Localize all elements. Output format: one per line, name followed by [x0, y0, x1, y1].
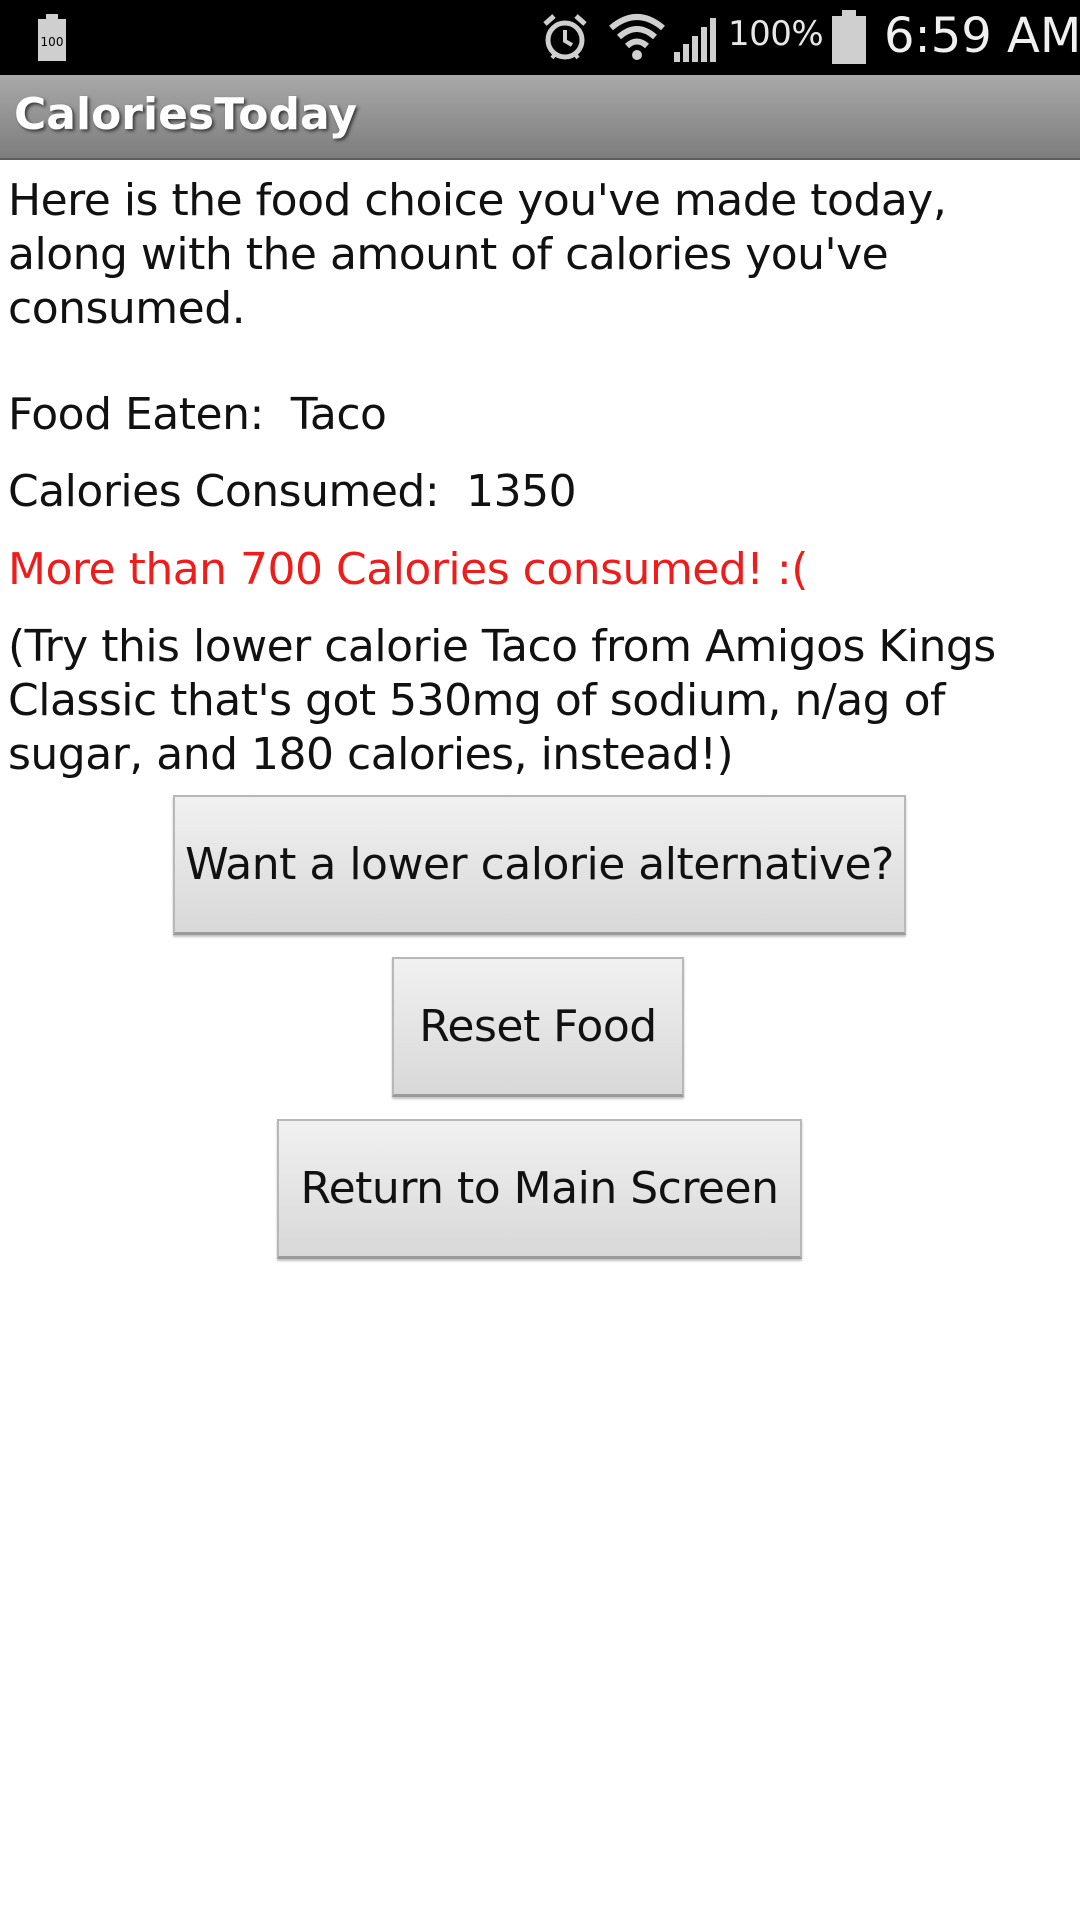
wifi-icon [609, 14, 665, 60]
alarm-icon [543, 14, 587, 60]
reset-food-button[interactable]: Reset Food [392, 957, 684, 1097]
lower-calorie-alternative-button[interactable]: Want a lower calorie alternative? [173, 795, 906, 935]
food-eaten-value: Taco [290, 389, 387, 440]
battery-percent: 100% [728, 14, 824, 54]
food-eaten-label: Food Eaten: [8, 389, 264, 440]
status-bar: 100 100% 6:59 AM [0, 0, 1080, 75]
app-bar: CaloriesToday [0, 75, 1080, 160]
battery-small-icon: 100 [38, 14, 66, 61]
signal-icon [674, 18, 716, 62]
clock: 6:59 AM [884, 8, 1080, 64]
app-title: CaloriesToday [14, 89, 358, 140]
calorie-warning: More than 700 Calories consumed! :( [8, 544, 808, 595]
calories-row: Calories Consumed: 1350 [8, 465, 1072, 519]
food-eaten-row: Food Eaten: Taco [8, 388, 1072, 442]
battery-icon [832, 10, 866, 64]
svg-text:100: 100 [41, 35, 64, 49]
calories-value: 1350 [466, 466, 577, 517]
intro-text: Here is the food choice you've made toda… [8, 175, 947, 334]
return-to-main-button[interactable]: Return to Main Screen [277, 1119, 802, 1259]
calories-label: Calories Consumed: [8, 466, 440, 517]
alternative-suggestion: (Try this lower calorie Taco from Amigos… [8, 621, 996, 780]
